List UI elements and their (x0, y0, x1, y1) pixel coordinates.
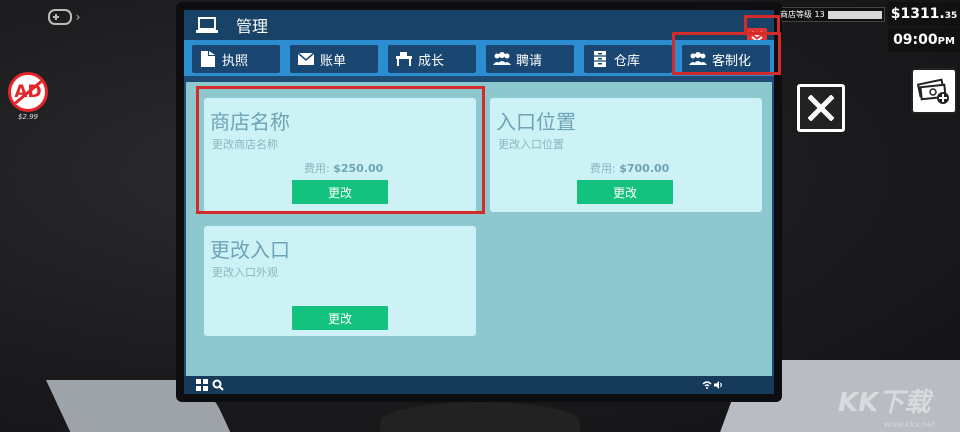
fee-amount: $250.00 (333, 162, 384, 175)
computer-monitor: 管理 执照 账单 成长 聘请 仓库 客制化 商店名称 更改商店名称 费用: $2… (176, 2, 782, 402)
card-subtitle: 更改商店名称 (212, 138, 278, 151)
close-button[interactable] (797, 84, 845, 132)
change-entrance-position-button[interactable]: 更改 (577, 180, 673, 204)
watermark: KK下载 (838, 388, 931, 418)
change-entrance-card: 更改入口 更改入口外观 更改 (204, 226, 476, 336)
wifi-icon (702, 381, 712, 389)
bill-icon (297, 52, 315, 65)
card-fee: 费用: $700.00 (590, 160, 669, 176)
money-main: $1311. (890, 6, 945, 22)
time-display: 09:00 PM (888, 28, 960, 52)
tab-customize[interactable]: 客制化 (682, 45, 770, 73)
window-titlebar: 管理 (184, 10, 774, 40)
time-suffix: PM (937, 36, 955, 47)
cash-add-icon (917, 78, 949, 104)
tab-license[interactable]: 执照 (192, 45, 280, 73)
laptop-icon (196, 17, 218, 33)
store-name-card: 商店名称 更改商店名称 费用: $250.00 更改 (204, 98, 476, 212)
desk-icon (396, 52, 412, 66)
tab-label: 客制化 (712, 53, 752, 69)
card-title: 入口位置 (496, 110, 576, 134)
tab-label: 账单 (320, 53, 347, 69)
card-fee: 费用: $250.00 (304, 160, 383, 176)
tab-label: 仓库 (614, 53, 641, 69)
fee-label: 费用: (590, 162, 616, 175)
tab-label: 执照 (222, 53, 249, 69)
watermark-url: www.kkx.net (884, 420, 936, 429)
gamepad-icon (47, 9, 72, 25)
license-icon (201, 51, 215, 67)
people-icon (493, 52, 511, 65)
close-icon (808, 95, 834, 121)
tab-label: 成长 (418, 53, 445, 69)
change-store-name-button[interactable]: 更改 (292, 180, 388, 204)
store-level-label: 商店等级 (780, 10, 812, 19)
change-entrance-button[interactable]: 更改 (292, 306, 388, 330)
taskbar (184, 376, 774, 394)
chevron-right-icon: › (75, 10, 81, 24)
cash-button[interactable] (911, 68, 957, 114)
entrance-position-card: 入口位置 更改入口位置 费用: $700.00 更改 (490, 98, 762, 212)
volume-icon (714, 381, 722, 389)
no-ads-price: $2.99 (17, 113, 39, 121)
no-ads-button[interactable]: AD (8, 72, 48, 112)
card-title: 更改入口 (210, 238, 290, 262)
tab-bills[interactable]: 账单 (290, 45, 378, 73)
fee-amount: $700.00 (619, 162, 670, 175)
start-menu-icon[interactable] (196, 379, 208, 391)
tab-growth[interactable]: 成长 (388, 45, 476, 73)
cabinet-icon (594, 51, 606, 67)
tab-storage[interactable]: 仓库 (584, 45, 672, 73)
card-title: 商店名称 (210, 110, 290, 134)
tab-hire[interactable]: 聘请 (486, 45, 574, 73)
tab-label: 聘请 (516, 53, 543, 69)
card-subtitle: 更改入口外观 (212, 266, 278, 279)
content-area: 商店名称 更改商店名称 费用: $250.00 更改 入口位置 更改入口位置 费… (186, 82, 772, 376)
card-subtitle: 更改入口位置 (498, 138, 564, 151)
search-icon[interactable] (212, 379, 224, 391)
time-value: 09:00 (893, 32, 938, 48)
gamepad-button[interactable]: › (44, 4, 84, 30)
people-icon (689, 52, 707, 65)
store-level-value: 13 (814, 10, 825, 19)
store-level-progress (828, 11, 882, 19)
store-level-display: 商店等级 13 (775, 7, 885, 22)
money-cents: 35 (944, 11, 958, 21)
window-title: 管理 (236, 17, 269, 36)
management-screen: 管理 执照 账单 成长 聘请 仓库 客制化 商店名称 更改商店名称 费用: $2… (184, 10, 774, 394)
fee-label: 费用: (304, 162, 330, 175)
money-display: $1311. 35 (888, 2, 960, 26)
